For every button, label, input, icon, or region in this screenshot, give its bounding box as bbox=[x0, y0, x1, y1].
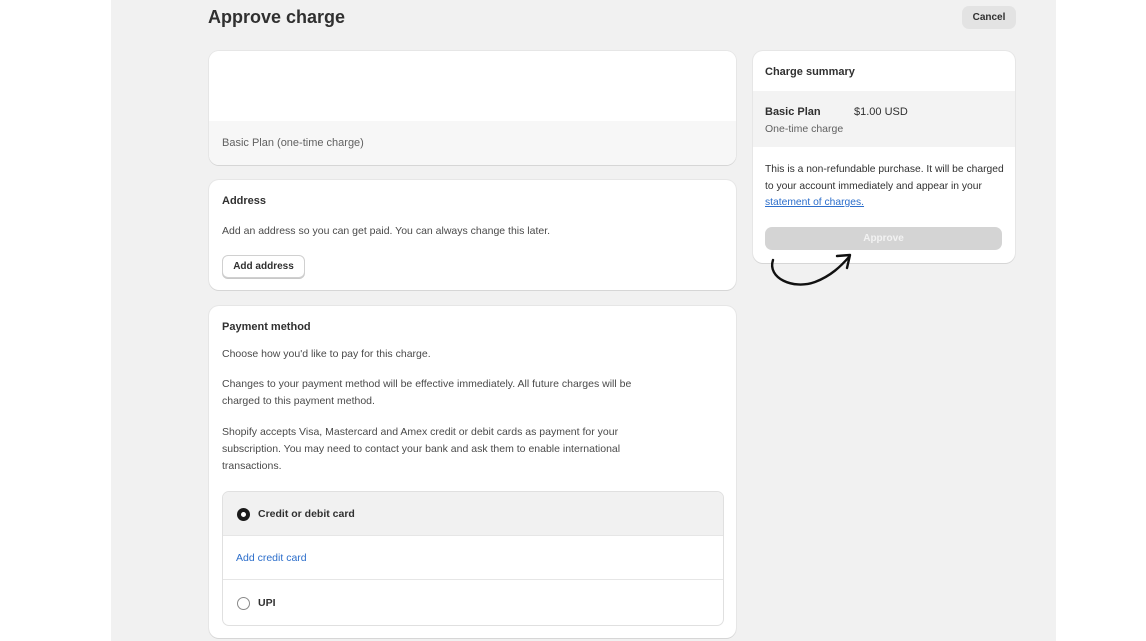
payment-method-card: Payment method Choose how you'd like to … bbox=[209, 306, 736, 638]
payment-changes-line-1: Changes to your payment method will be e… bbox=[222, 378, 632, 390]
cancel-button[interactable]: Cancel bbox=[962, 6, 1016, 29]
payment-intro-text: Choose how you'd like to pay for this ch… bbox=[222, 348, 431, 360]
payment-accepts-line-2: subscription. You may need to contact yo… bbox=[222, 443, 621, 455]
summary-plan-name: Basic Plan bbox=[765, 106, 821, 118]
payment-title: Payment method bbox=[222, 321, 311, 333]
charge-summary-card: Charge summary Basic Plan $1.00 USD One-… bbox=[753, 51, 1015, 263]
option-credit-card[interactable]: Credit or debit card bbox=[223, 492, 723, 536]
address-card: Address Add an address so you can get pa… bbox=[209, 180, 736, 290]
option-upi-label: UPI bbox=[258, 597, 276, 609]
page-title: Approve charge bbox=[208, 7, 346, 27]
payment-accepts-line-1: Shopify accepts Visa, Mastercard and Ame… bbox=[222, 426, 619, 438]
summary-plan-price: $1.00 USD bbox=[854, 106, 908, 118]
curved-arrow-icon bbox=[770, 253, 852, 286]
option-upi[interactable]: UPI bbox=[223, 580, 723, 625]
summary-notice: This is a non-refundable purchase. It wi… bbox=[765, 162, 1005, 212]
summary-plan-type: One-time charge bbox=[765, 123, 844, 135]
address-title: Address bbox=[222, 195, 267, 207]
add-address-button[interactable]: Add address bbox=[222, 255, 305, 278]
approve-button[interactable]: Approve bbox=[765, 227, 1002, 250]
plan-banner bbox=[209, 51, 736, 121]
plan-label: Basic Plan (one-time charge) bbox=[222, 137, 364, 149]
summary-notice-text: This is a non-refundable purchase. It wi… bbox=[765, 164, 1004, 192]
payment-accepts-line-3: transactions. bbox=[222, 460, 282, 472]
option-credit-card-label: Credit or debit card bbox=[258, 508, 355, 520]
radio-unselected-icon[interactable] bbox=[237, 597, 250, 610]
add-credit-card-row: Add credit card bbox=[223, 536, 723, 580]
add-credit-card-link[interactable]: Add credit card bbox=[236, 552, 307, 564]
plan-card: Basic Plan (one-time charge) bbox=[209, 51, 736, 165]
payment-changes-line-2: charged to this payment method. bbox=[222, 395, 375, 407]
summary-title: Charge summary bbox=[765, 66, 855, 78]
radio-selected-icon[interactable] bbox=[237, 508, 250, 521]
statement-of-charges-link[interactable]: statement of charges. bbox=[765, 197, 864, 208]
payment-options: Credit or debit card Add credit card UPI bbox=[222, 491, 724, 626]
address-description: Add an address so you can get paid. You … bbox=[222, 225, 551, 237]
summary-plan-band bbox=[753, 91, 1015, 147]
